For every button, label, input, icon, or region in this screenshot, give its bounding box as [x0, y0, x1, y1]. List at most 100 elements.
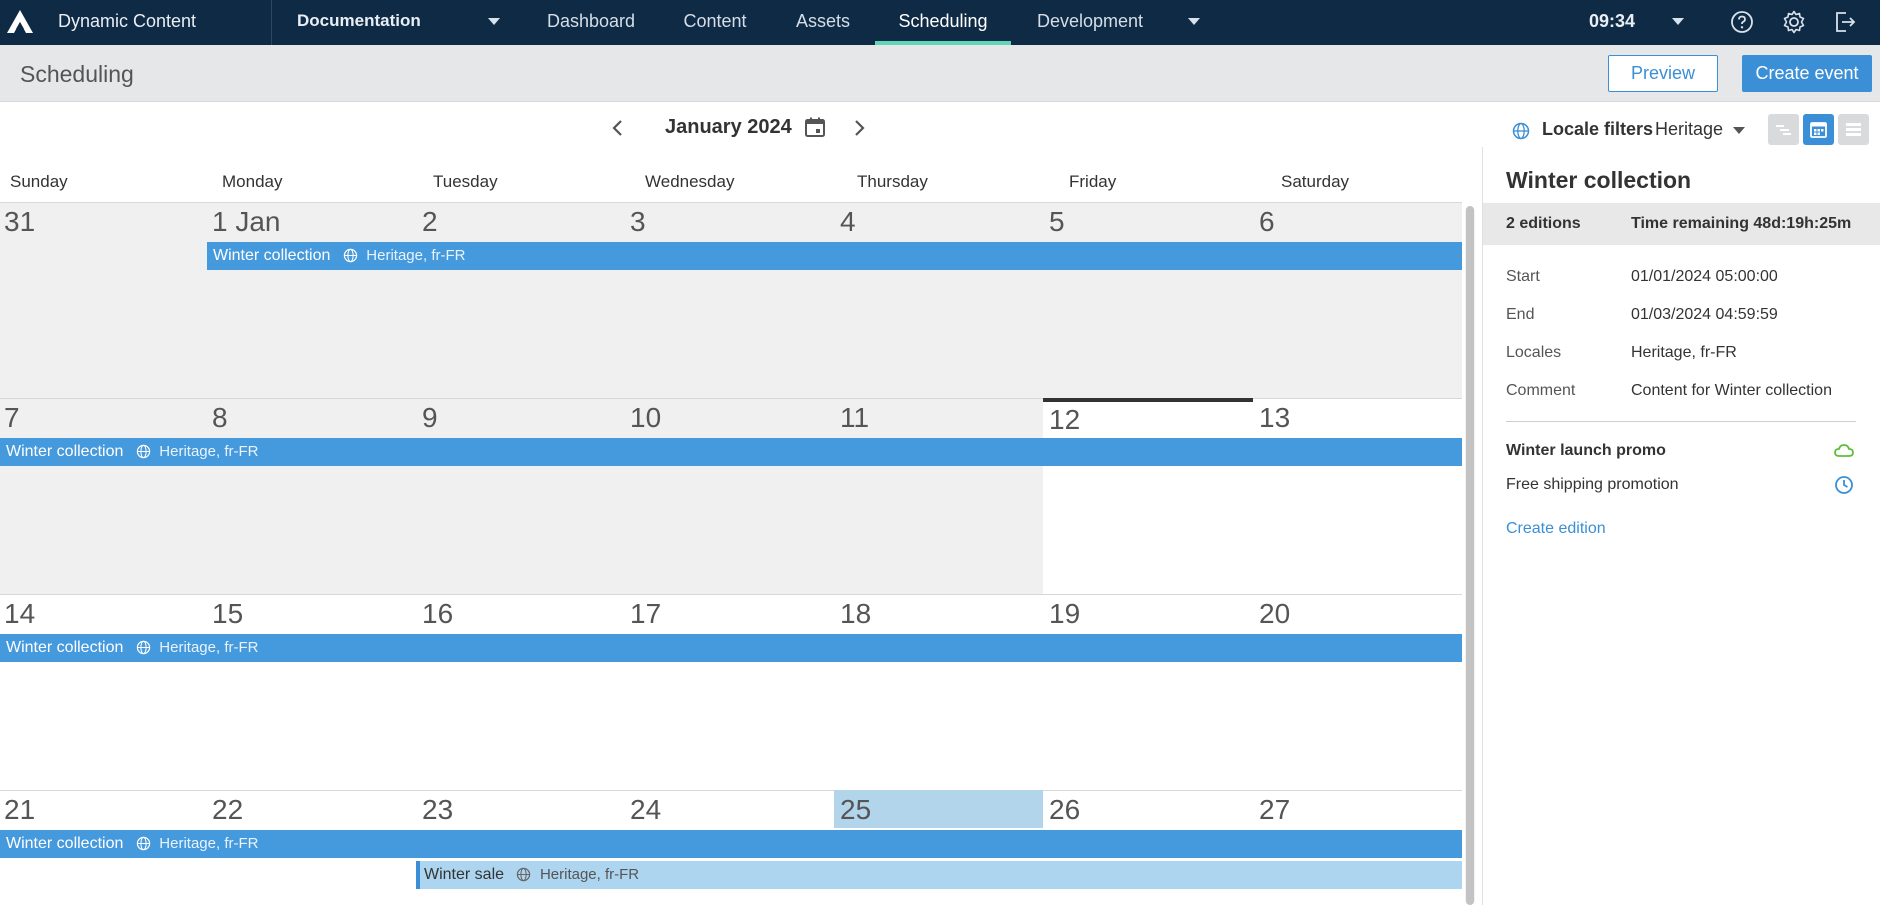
top-nav: Dynamic Content Documentation Dashboard …	[0, 0, 1880, 45]
day-cell[interactable]: 22	[212, 794, 243, 826]
timeline-view-button[interactable]	[1768, 114, 1799, 145]
day-cell[interactable]: 7	[4, 402, 20, 434]
locale-chevron-down-icon[interactable]	[1733, 127, 1745, 134]
editions-summary: 2 editions Time remaining 48d:19h:25m	[1483, 203, 1880, 245]
globe-icon	[343, 249, 358, 263]
detail-locales: Locales Heritage, fr-FR	[1506, 344, 1737, 362]
day-cell[interactable]: 8	[212, 402, 228, 434]
locale-filter-select[interactable]: Heritage	[1655, 119, 1723, 140]
day-cell[interactable]: 11	[840, 402, 869, 434]
app-name[interactable]: Dynamic Content	[58, 11, 196, 32]
detail-label: End	[1506, 306, 1535, 323]
tab-scheduling[interactable]: Scheduling	[875, 0, 1011, 45]
weekday-monday: Monday	[222, 172, 283, 191]
day-cell[interactable]: 14	[4, 598, 35, 630]
calendar-view-button[interactable]	[1803, 114, 1834, 145]
day-cell[interactable]: 3	[630, 206, 646, 238]
event-locales: Heritage, fr-FR	[539, 866, 640, 883]
timeline-icon	[1776, 125, 1791, 135]
weekday-wednesday: Wednesday	[645, 172, 735, 191]
event-winter-collection[interactable]: Winter collection Heritage, fr-FR	[207, 242, 1462, 270]
day-cell[interactable]: 23	[422, 794, 453, 826]
gear-icon[interactable]	[1781, 9, 1807, 35]
amplience-logo-icon[interactable]	[6, 9, 34, 35]
day-cell[interactable]: 2	[422, 206, 438, 238]
calendar-picker-icon[interactable]	[803, 115, 827, 139]
day-cell-today[interactable]: 12	[1049, 404, 1080, 436]
clock-scheduled-icon	[1835, 476, 1853, 494]
create-edition-link[interactable]: Create edition	[1506, 520, 1606, 538]
event-winter-sale[interactable]: Winter sale Heritage, fr-FR	[416, 861, 1462, 889]
previous-month-chevron-left-icon[interactable]	[608, 117, 628, 139]
day-cell[interactable]: 26	[1049, 794, 1080, 826]
create-event-button[interactable]: Create event	[1742, 55, 1872, 92]
tab-development[interactable]: Development	[1026, 0, 1154, 45]
hub-chevron-down-icon[interactable]	[488, 18, 500, 25]
weekday-saturday: Saturday	[1281, 172, 1350, 191]
calendar-view-icon	[1810, 122, 1827, 138]
event-title: Winter sale	[424, 866, 505, 883]
time-display[interactable]: 09:34	[1589, 11, 1635, 32]
event-locales: Heritage, fr-FR	[159, 835, 259, 852]
list-icon	[1846, 123, 1861, 136]
day-cell[interactable]: 10	[630, 402, 661, 434]
day-cell[interactable]: 20	[1259, 598, 1290, 630]
editions-count: 2 editions	[1506, 215, 1581, 232]
tab-dashboard[interactable]: Dashboard	[533, 0, 649, 45]
next-month-chevron-right-icon[interactable]	[849, 117, 869, 139]
time-chevron-down-icon[interactable]	[1672, 18, 1684, 25]
day-cell[interactable]: 31	[4, 206, 35, 238]
day-cell[interactable]: 4	[840, 206, 856, 238]
day-cell[interactable]: 17	[630, 598, 661, 630]
weekday-tuesday: Tuesday	[433, 172, 498, 191]
tab-content[interactable]: Content	[662, 0, 768, 45]
preview-button[interactable]: Preview	[1608, 55, 1718, 92]
event-winter-collection[interactable]: Winter collection Heritage, fr-FR	[0, 438, 1462, 466]
day-cell[interactable]: 6	[1259, 206, 1275, 238]
day-cell[interactable]: 27	[1259, 794, 1290, 826]
event-winter-collection[interactable]: Winter collection Heritage, fr-FR	[0, 634, 1462, 662]
tab-assets[interactable]: Assets	[780, 0, 866, 45]
hub-selector[interactable]: Documentation	[297, 11, 421, 31]
day-cell[interactable]: 9	[422, 402, 438, 434]
scrollbar-thumb[interactable]	[1466, 206, 1474, 905]
calendar-scrollbar[interactable]	[1465, 206, 1475, 905]
day-cell[interactable]: 15	[212, 598, 243, 630]
day-cell[interactable]: 5	[1049, 206, 1065, 238]
event-title: Winter collection	[213, 247, 331, 264]
day-cell[interactable]: 21	[4, 794, 35, 826]
week-separator	[0, 790, 1462, 791]
event-locales: Heritage, fr-FR	[159, 443, 259, 460]
panel-title: Winter collection	[1506, 167, 1692, 193]
month-label: January 2024	[665, 116, 792, 138]
weekday-sunday: Sunday	[10, 172, 68, 191]
week-row-past	[0, 399, 1043, 595]
day-cell[interactable]: 13	[1259, 402, 1290, 434]
weekday-friday: Friday	[1069, 172, 1117, 191]
event-title: Winter collection	[6, 835, 124, 852]
day-cell[interactable]: 16	[422, 598, 453, 630]
event-locales: Heritage, fr-FR	[366, 247, 466, 264]
detail-value: Heritage, fr-FR	[1631, 344, 1737, 361]
day-cell[interactable]: 1 Jan	[212, 206, 281, 238]
help-icon[interactable]	[1729, 9, 1755, 35]
event-locales: Heritage, fr-FR	[159, 639, 259, 656]
detail-label: Locales	[1506, 344, 1562, 361]
day-cell-selected[interactable]: 25	[840, 794, 871, 826]
day-cell[interactable]: 24	[630, 794, 661, 826]
day-cell[interactable]: 19	[1049, 598, 1080, 630]
event-title: Winter collection	[6, 639, 124, 656]
detail-label: Comment	[1506, 382, 1576, 399]
development-chevron-down-icon[interactable]	[1188, 18, 1200, 25]
event-winter-collection[interactable]: Winter collection Heritage, fr-FR	[0, 830, 1462, 858]
edition-winter-launch-promo[interactable]: Winter launch promo	[1506, 442, 1666, 460]
edition-free-shipping-promotion[interactable]: Free shipping promotion	[1506, 476, 1679, 494]
weekday-thursday: Thursday	[857, 172, 928, 191]
day-cell[interactable]: 18	[840, 598, 871, 630]
page-title: Scheduling	[20, 61, 134, 87]
globe-icon	[136, 641, 151, 655]
list-view-button[interactable]	[1838, 114, 1869, 145]
globe-icon	[136, 445, 151, 459]
detail-end: End 01/03/2024 04:59:59	[1506, 306, 1778, 324]
logout-icon[interactable]	[1832, 9, 1858, 35]
